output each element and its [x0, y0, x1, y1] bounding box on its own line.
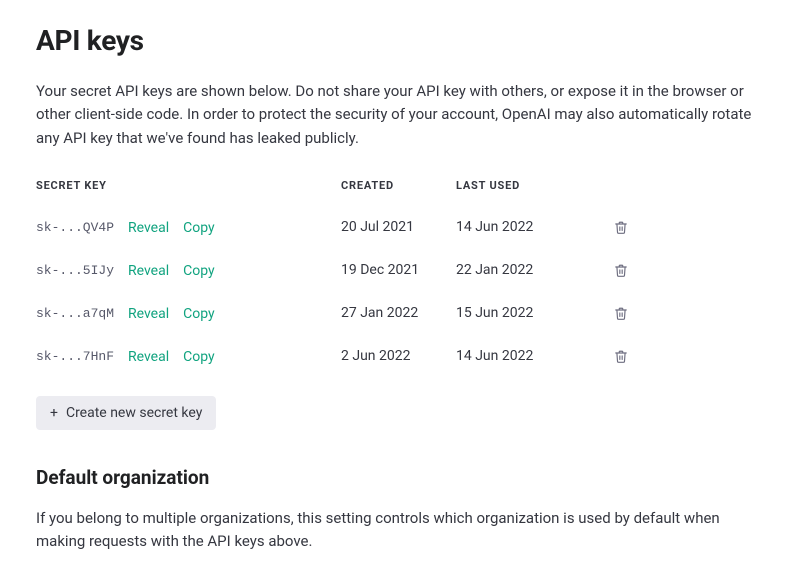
delete-button[interactable] [614, 306, 628, 321]
header-created: CREATED [341, 178, 456, 195]
page-description: Your secret API keys are shown below. Do… [36, 80, 764, 150]
table-row: sk-...QV4P Reveal Copy 20 Jul 2021 14 Ju… [36, 206, 764, 249]
header-last-used: LAST USED [456, 178, 601, 195]
copy-button[interactable]: Copy [183, 306, 215, 322]
last-used-cell: 14 Jun 2022 [456, 346, 601, 367]
default-org-text: If you belong to multiple organizations,… [36, 507, 764, 554]
reveal-button[interactable]: Reveal [128, 349, 169, 365]
secret-key-code: sk-...a7qM [36, 304, 114, 324]
delete-button[interactable] [614, 349, 628, 364]
created-cell: 19 Dec 2021 [341, 260, 456, 281]
page-title: API keys [36, 20, 764, 62]
copy-button[interactable]: Copy [183, 263, 215, 279]
copy-button[interactable]: Copy [183, 349, 215, 365]
trash-icon [614, 349, 628, 364]
created-cell: 2 Jun 2022 [341, 346, 456, 367]
created-cell: 20 Jul 2021 [341, 217, 456, 238]
trash-icon [614, 263, 628, 278]
reveal-button[interactable]: Reveal [128, 306, 169, 322]
reveal-button[interactable]: Reveal [128, 263, 169, 279]
table-row: sk-...5IJy Reveal Copy 19 Dec 2021 22 Ja… [36, 249, 764, 292]
header-secret-key: SECRET KEY [36, 178, 341, 195]
default-org-title: Default organization [36, 464, 764, 493]
last-used-cell: 15 Jun 2022 [456, 303, 601, 324]
secret-key-code: sk-...5IJy [36, 261, 114, 281]
trash-icon [614, 306, 628, 321]
table-row: sk-...a7qM Reveal Copy 27 Jan 2022 15 Ju… [36, 292, 764, 335]
trash-icon [614, 220, 628, 235]
copy-button[interactable]: Copy [183, 220, 215, 236]
delete-button[interactable] [614, 220, 628, 235]
table-row: sk-...7HnF Reveal Copy 2 Jun 2022 14 Jun… [36, 335, 764, 378]
last-used-cell: 22 Jan 2022 [456, 260, 601, 281]
secret-key-code: sk-...7HnF [36, 347, 114, 367]
table-header-row: SECRET KEY CREATED LAST USED [36, 178, 764, 207]
plus-icon: + [50, 406, 58, 420]
create-button-label: Create new secret key [66, 405, 202, 421]
reveal-button[interactable]: Reveal [128, 220, 169, 236]
create-new-secret-key-button[interactable]: + Create new secret key [36, 396, 216, 430]
secret-key-code: sk-...QV4P [36, 218, 114, 238]
last-used-cell: 14 Jun 2022 [456, 217, 601, 238]
delete-button[interactable] [614, 263, 628, 278]
created-cell: 27 Jan 2022 [341, 303, 456, 324]
